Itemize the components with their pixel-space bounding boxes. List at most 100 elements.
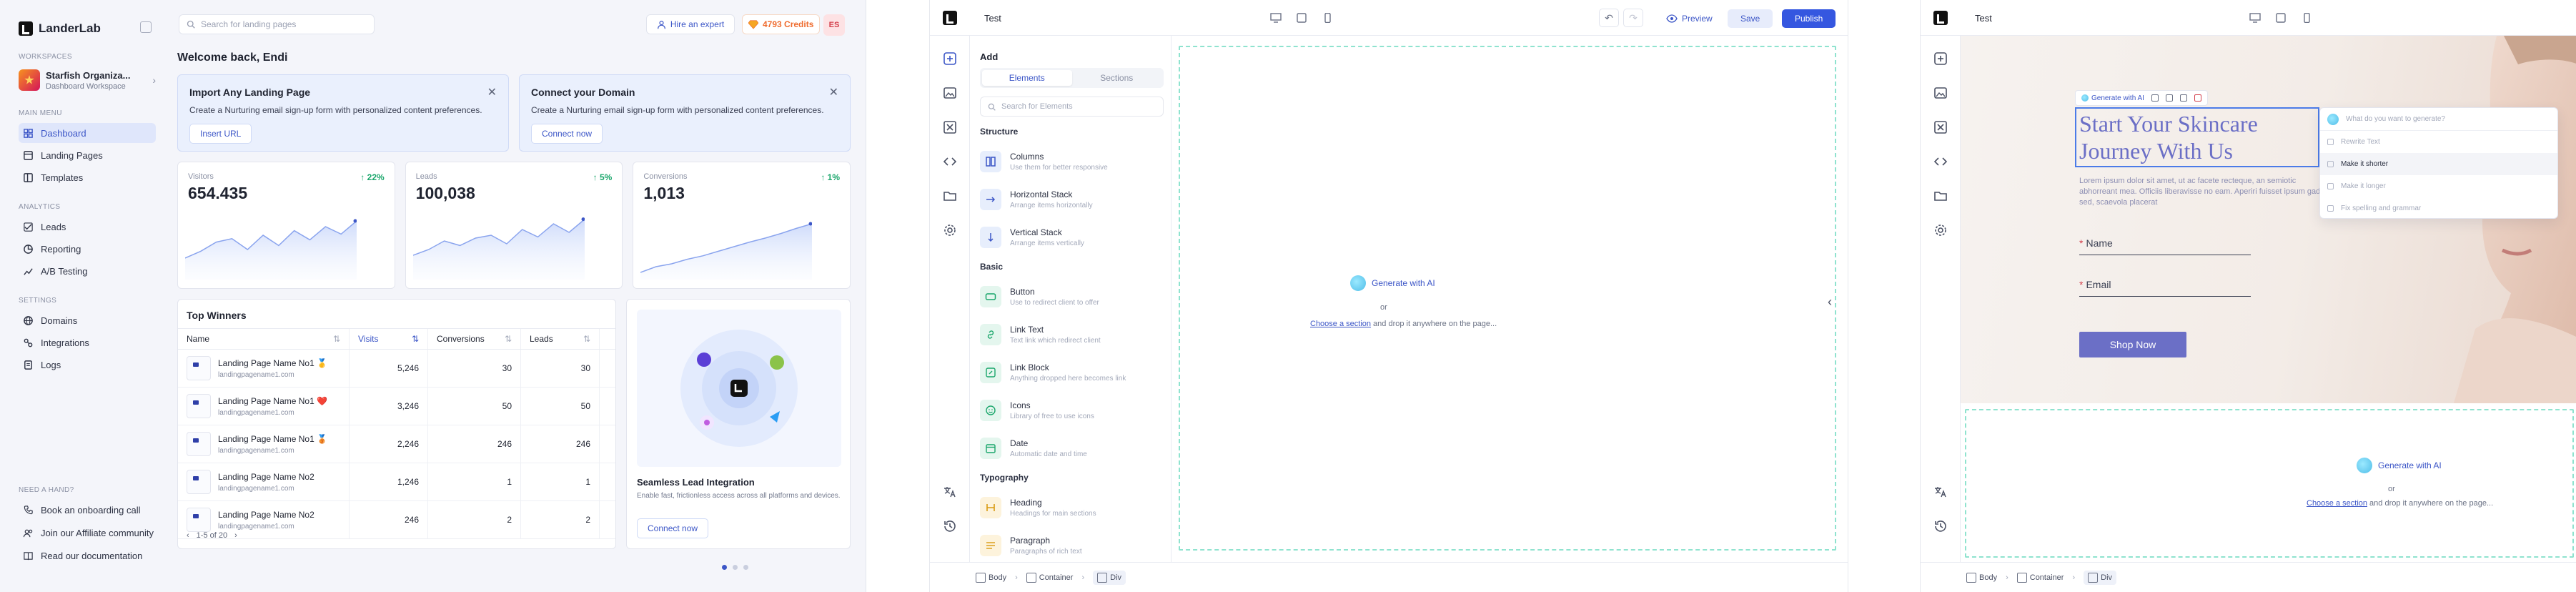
close-icon[interactable]: ✕	[829, 85, 838, 99]
landing-page-name[interactable]: Landing Page Name No2	[218, 472, 314, 482]
next-page-icon[interactable]: ›	[234, 531, 237, 540]
element-link-text[interactable]: Link Text Text link which redirect client	[980, 315, 1164, 353]
promo-connect-button[interactable]: Connect now	[637, 518, 709, 538]
tab-elements[interactable]: Elements	[982, 70, 1072, 86]
element-icons[interactable]: Icons Library of free to use icons	[980, 391, 1164, 429]
layers-icon[interactable]	[1933, 120, 1948, 134]
table-row[interactable]: Landing Page Name No1 ❤️ landingpagename1…	[178, 388, 615, 425]
page-title[interactable]: Test	[1975, 13, 1992, 24]
table-row[interactable]: Landing Page Name No1 🥉 landingpagename1.…	[178, 425, 615, 463]
desktop-icon[interactable]	[1270, 13, 1282, 23]
sidebar-collapse-icon[interactable]	[140, 21, 152, 33]
tablet-icon[interactable]	[1296, 13, 1307, 23]
sidebar-item-domains[interactable]: Domains	[19, 310, 156, 330]
close-icon[interactable]: ✕	[487, 85, 497, 99]
table-row[interactable]: Landing Page Name No1 🥇 landingpagename1.…	[178, 350, 615, 388]
credits-badge[interactable]: 4793 Credits	[742, 14, 821, 34]
sidebar-item-landing-pages[interactable]: Landing Pages	[19, 145, 156, 165]
ai-option-rewrite[interactable]: Rewrite Text	[2320, 131, 2557, 153]
add-element-icon[interactable]	[943, 51, 957, 66]
history-icon[interactable]	[1933, 519, 1948, 533]
ai-option-shorter[interactable]: Make it shorter	[2320, 153, 2557, 175]
translate-icon[interactable]	[943, 485, 957, 499]
save-button[interactable]: Save	[1728, 9, 1773, 28]
ai-option-fix-grammar[interactable]: Fix spelling and grammar	[2320, 197, 2557, 219]
sidebar-item-leads[interactable]: Leads	[19, 217, 156, 237]
element-button[interactable]: Button Use to redirect client to offer	[980, 277, 1164, 315]
sidebar-item-integrations[interactable]: Integrations	[19, 332, 156, 352]
element-search-input[interactable]: Search for Elements	[980, 97, 1164, 117]
carousel-dot[interactable]	[722, 565, 727, 570]
gear-icon[interactable]	[1933, 223, 1948, 237]
col-name[interactable]: Name ⇅	[178, 329, 350, 349]
landerlab-logo-icon[interactable]	[943, 11, 957, 25]
crumb-body[interactable]: Body	[1966, 572, 1997, 583]
col-leads[interactable]: Leads ⇅	[521, 329, 600, 349]
sidebar-item-dashboard[interactable]: Dashboard	[19, 123, 156, 143]
element-paragraph[interactable]: Paragraph Paragraphs of rich text	[980, 526, 1164, 564]
move-icon[interactable]	[2151, 94, 2159, 102]
element-date[interactable]: Date Automatic date and time	[980, 429, 1164, 467]
book-onboarding-link[interactable]: Book an onboarding call	[19, 500, 162, 520]
ai-option-longer[interactable]: Make it longer	[2320, 175, 2557, 197]
publish-button[interactable]: Publish	[1782, 9, 1836, 28]
shop-now-button[interactable]: Shop Now	[2079, 332, 2186, 357]
element-link-block[interactable]: Link Block Anything dropped here becomes …	[980, 353, 1164, 391]
insert-url-button[interactable]: Insert URL	[189, 124, 252, 144]
tablet-icon[interactable]	[2275, 13, 2287, 23]
folder-icon[interactable]	[1933, 189, 1948, 203]
mobile-icon[interactable]	[2301, 13, 2312, 23]
connect-now-button[interactable]: Connect now	[531, 124, 603, 144]
landing-search-input[interactable]: Search for landing pages	[179, 14, 375, 34]
choose-section-link[interactable]: Choose a section	[1310, 320, 1371, 328]
sidebar-item-reporting[interactable]: Reporting	[19, 239, 156, 259]
table-row[interactable]: Landing Page Name No2 landingpagename1.c…	[178, 463, 615, 501]
generate-ai-link[interactable]: Generate with AI	[2357, 458, 2442, 473]
table-row[interactable]: Landing Page Name No2 landingpagename1.c…	[178, 501, 615, 539]
carousel-dot[interactable]	[733, 565, 738, 570]
prev-page-icon[interactable]: ‹	[187, 531, 189, 540]
sidebar-item-logs[interactable]: Logs	[19, 355, 156, 375]
user-avatar[interactable]: ES	[823, 14, 845, 36]
col-visits[interactable]: Visits ⇅	[350, 329, 428, 349]
image-icon[interactable]	[1933, 86, 1948, 100]
crumb-body[interactable]: Body	[976, 572, 1006, 583]
ai-prompt-input[interactable]: What do you want to generate?	[2320, 108, 2557, 131]
hero-paragraph[interactable]: Lorem ipsum dolor sit amet, ut ac facete…	[2079, 176, 2322, 208]
element-horizontal-stack[interactable]: Horizontal Stack Arrange items horizontal…	[980, 180, 1164, 218]
name-field[interactable]: * Name	[2079, 237, 2251, 255]
affiliate-community-link[interactable]: Join our Affiliate community	[19, 523, 162, 543]
code-icon[interactable]	[943, 154, 957, 169]
landing-page-name[interactable]: Landing Page Name No1 ❤️	[218, 396, 327, 406]
code-icon[interactable]	[1933, 154, 1948, 169]
hire-expert-button[interactable]: Hire an expert	[646, 14, 735, 34]
chevron-left-icon[interactable]: ‹	[1828, 295, 1832, 310]
tab-sections[interactable]: Sections	[1072, 70, 1162, 86]
page-title[interactable]: Test	[984, 13, 1001, 24]
image-icon[interactable]	[943, 86, 957, 100]
editor-canvas[interactable]: Generate with AI or Choose a section and…	[1171, 36, 1848, 562]
sidebar-item-ab-testing[interactable]: A/B Testing	[19, 261, 156, 281]
mobile-icon[interactable]	[1322, 13, 1333, 23]
choose-section-link[interactable]: Choose a section	[2307, 499, 2367, 508]
landerlab-logo-icon[interactable]	[1933, 11, 1948, 25]
hero-headline[interactable]: Start Your Skincare Journey With Us	[2079, 110, 2322, 164]
element-vertical-stack[interactable]: Vertical Stack Arrange items vertically	[980, 218, 1164, 256]
gear-icon[interactable]	[943, 223, 957, 237]
carousel-dot[interactable]	[743, 565, 748, 570]
crumb-div[interactable]: Div	[1093, 570, 1126, 585]
undo-icon[interactable]: ↶	[1599, 9, 1619, 27]
preview-button[interactable]: Preview	[1666, 10, 1713, 27]
crumb-container[interactable]: Container	[1026, 572, 1073, 583]
folder-icon[interactable]	[943, 189, 957, 203]
hero-section[interactable]: Generate with AI Start Your Skincare Jou…	[1961, 36, 2576, 403]
element-columns[interactable]: Columns Use them for better responsive	[980, 142, 1164, 180]
translate-icon[interactable]	[1933, 485, 1948, 499]
drop-zone[interactable]	[1965, 409, 2574, 558]
col-conversions[interactable]: Conversions ⇅	[428, 329, 521, 349]
email-field[interactable]: * Email	[2079, 279, 2251, 297]
sidebar-item-templates[interactable]: Templates	[19, 167, 156, 187]
desktop-icon[interactable]	[2249, 13, 2261, 23]
add-element-icon[interactable]	[1933, 51, 1948, 66]
settings-icon[interactable]	[2179, 94, 2187, 102]
